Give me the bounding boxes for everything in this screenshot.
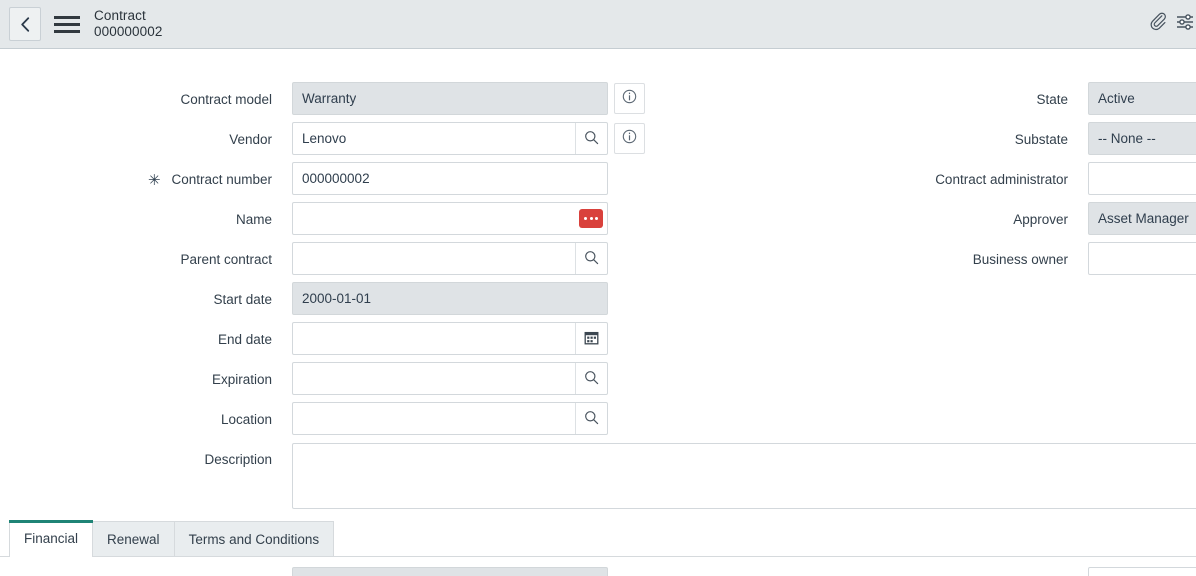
- info-icon: [622, 89, 637, 109]
- location-lookup-button[interactable]: [575, 403, 607, 434]
- record-number-label: 000000002: [94, 24, 162, 40]
- dot-2: [590, 217, 593, 220]
- field-label-start-date: Start date: [0, 282, 272, 316]
- attachment-button[interactable]: [1142, 0, 1176, 48]
- hamburger-bar-2: [54, 23, 80, 26]
- end-date-field[interactable]: [292, 322, 608, 355]
- field-label-approver: Approver: [790, 202, 1068, 236]
- contract-number-field[interactable]: 000000002: [292, 162, 608, 195]
- financial-tab-first-field[interactable]: [292, 567, 608, 576]
- field-label-end-date: End date: [0, 322, 272, 356]
- dot-3: [595, 217, 598, 220]
- expiration-field[interactable]: [292, 362, 608, 395]
- required-asterisk-icon: ✳: [148, 173, 161, 188]
- vendor-info-button[interactable]: [614, 123, 645, 154]
- dot-1: [584, 217, 587, 220]
- business-owner-field[interactable]: [1088, 242, 1196, 275]
- info-icon: [622, 129, 637, 149]
- field-label-contract-administrator: Contract administrator: [790, 162, 1068, 196]
- page-title: Contract 000000002: [94, 8, 162, 40]
- state-field[interactable]: Active: [1088, 82, 1196, 115]
- description-textarea[interactable]: [292, 443, 1196, 509]
- field-label-parent-contract: Parent contract: [0, 242, 272, 276]
- search-icon: [584, 370, 599, 388]
- end-date-calendar-button[interactable]: [575, 323, 607, 354]
- text-cursor: [603, 210, 604, 229]
- expiration-lookup-button[interactable]: [575, 363, 607, 394]
- search-icon: [584, 410, 599, 428]
- search-icon: [584, 130, 599, 148]
- chevron-left-icon: [20, 17, 31, 32]
- contract-model-field[interactable]: Warranty: [292, 82, 608, 115]
- hamburger-menu-icon[interactable]: [54, 13, 80, 35]
- substate-field[interactable]: -- None --: [1088, 122, 1196, 155]
- field-label-business-owner: Business owner: [790, 242, 1068, 276]
- financial-tab-second-field[interactable]: [1088, 567, 1196, 576]
- field-label-state: State: [790, 82, 1068, 116]
- field-label-substate: Substate: [790, 122, 1068, 156]
- contract-form: Contract model Vendor ✳ Contract number …: [0, 49, 1196, 576]
- field-label-description: Description: [0, 442, 272, 476]
- field-label-location: Location: [0, 402, 272, 436]
- parent-contract-field[interactable]: [292, 242, 608, 275]
- contract-administrator-field[interactable]: [1088, 162, 1196, 195]
- approver-field[interactable]: Asset Manager: [1088, 202, 1196, 235]
- back-button[interactable]: [9, 7, 41, 41]
- app-header: Contract 000000002: [0, 0, 1196, 49]
- field-label-contract-model: Contract model: [0, 82, 272, 116]
- header-actions: [1142, 0, 1196, 48]
- name-field-alert-button[interactable]: [579, 209, 603, 228]
- personalize-form-button[interactable]: [1176, 0, 1196, 48]
- settings-sliders-icon: [1176, 13, 1194, 36]
- form-section-tabs: Financial Renewal Terms and Conditions: [0, 520, 1196, 557]
- field-label-expiration: Expiration: [0, 362, 272, 396]
- tab-financial[interactable]: Financial: [9, 520, 93, 556]
- record-type-label: Contract: [94, 8, 162, 24]
- tab-terms-and-conditions[interactable]: Terms and Conditions: [174, 521, 335, 556]
- search-icon: [584, 250, 599, 268]
- vendor-field[interactable]: Lenovo: [292, 122, 608, 155]
- start-date-field[interactable]: 2000-01-01: [292, 282, 608, 315]
- contract-model-info-button[interactable]: [614, 83, 645, 114]
- field-label-contract-number: ✳ Contract number: [0, 162, 272, 196]
- hamburger-bar-1: [54, 16, 80, 19]
- location-field[interactable]: [292, 402, 608, 435]
- paperclip-icon: [1149, 12, 1169, 37]
- tab-renewal[interactable]: Renewal: [92, 521, 175, 556]
- calendar-icon: [584, 330, 599, 348]
- name-field[interactable]: [292, 202, 608, 235]
- field-label-vendor: Vendor: [0, 122, 272, 156]
- parent-contract-lookup-button[interactable]: [575, 243, 607, 274]
- field-label-name: Name: [0, 202, 272, 236]
- vendor-lookup-button[interactable]: [575, 123, 607, 154]
- hamburger-bar-3: [54, 30, 80, 33]
